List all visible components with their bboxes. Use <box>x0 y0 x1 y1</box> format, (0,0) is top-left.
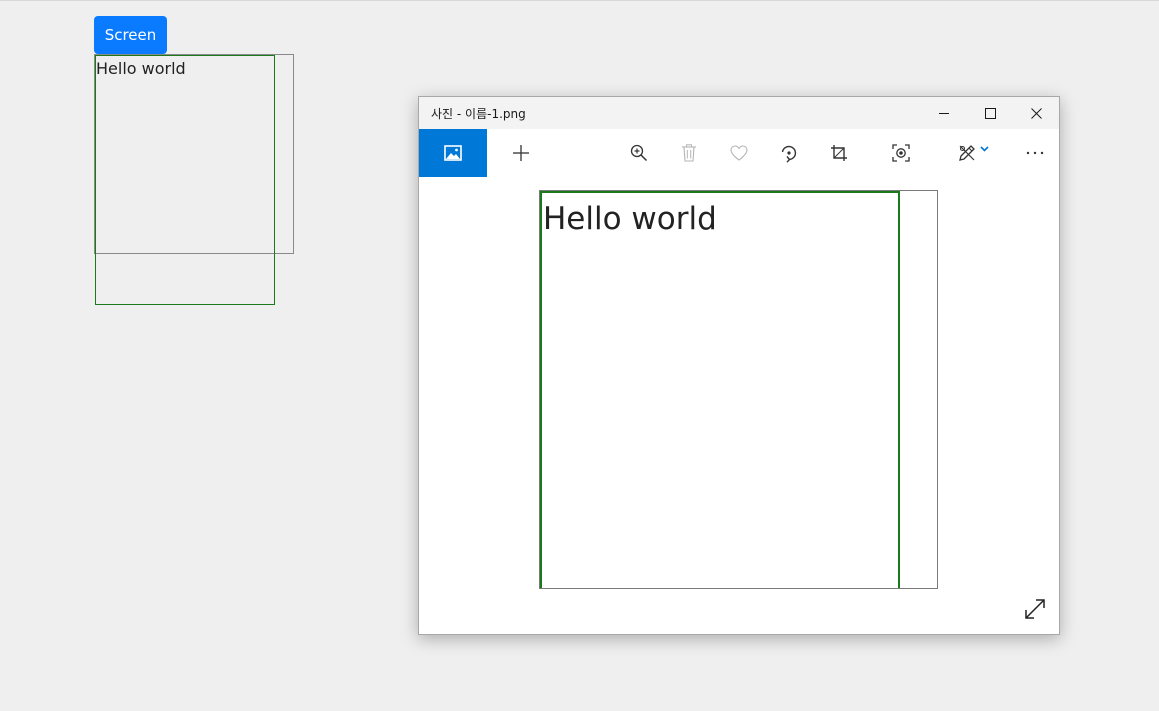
zoom-in-icon <box>630 144 648 162</box>
close-button[interactable] <box>1013 97 1059 129</box>
add-icon <box>513 145 529 161</box>
add-button[interactable] <box>499 129 543 177</box>
edit-draw-icon <box>958 145 975 161</box>
fullscreen-icon[interactable] <box>1023 597 1047 621</box>
favorite-button[interactable] <box>717 129 761 177</box>
top-divider <box>0 0 1159 1</box>
hello-text: Hello world <box>96 59 186 78</box>
delete-icon <box>682 144 696 162</box>
edit-draw-button[interactable] <box>945 129 1001 177</box>
zoom-in-button[interactable] <box>617 129 661 177</box>
minimize-button[interactable] <box>921 97 967 129</box>
maximize-icon <box>984 107 996 119</box>
more-options-button[interactable] <box>1013 129 1057 177</box>
green-outline-box <box>95 55 275 305</box>
enhance-button[interactable] <box>879 129 923 177</box>
delete-button[interactable] <box>667 129 711 177</box>
rotate-button[interactable] <box>767 129 811 177</box>
toolbar <box>419 129 1059 177</box>
chevron-down-icon <box>979 146 989 152</box>
enhance-icon <box>892 144 910 162</box>
maximize-button[interactable] <box>967 97 1013 129</box>
screen-button[interactable]: Screen <box>94 16 167 54</box>
minimize-icon <box>938 112 949 114</box>
window-title: 사진 - 이름-1.png <box>431 107 526 121</box>
title-bar[interactable]: 사진 - 이름-1.png <box>419 97 1059 129</box>
crop-button[interactable] <box>817 129 861 177</box>
image-hello-text: Hello world <box>543 201 717 237</box>
close-icon <box>1030 107 1042 119</box>
view-image-icon <box>444 145 462 161</box>
rotate-icon <box>781 145 797 163</box>
view-image-button[interactable] <box>419 129 487 177</box>
photos-window: 사진 - 이름-1.png Hello world <box>418 96 1060 635</box>
image-green-frame <box>540 191 900 588</box>
favorite-icon <box>730 145 748 161</box>
more-options-icon <box>1026 151 1044 155</box>
crop-icon <box>831 145 847 161</box>
